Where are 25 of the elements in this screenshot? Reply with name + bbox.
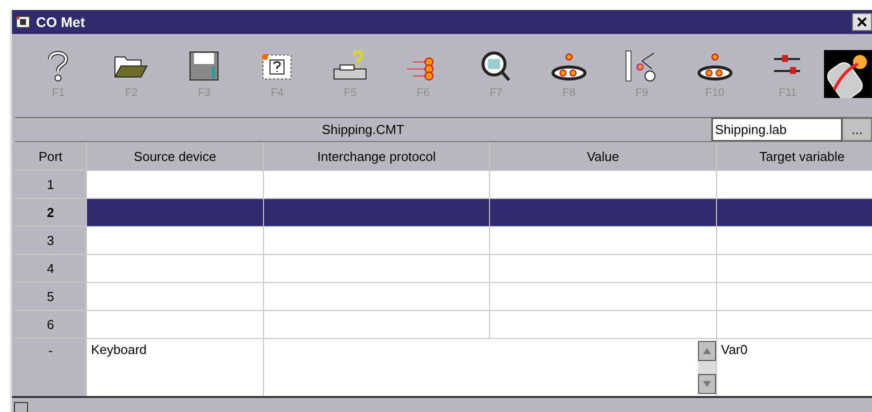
logo-icon [824,50,872,98]
lab-file-field[interactable]: Shipping.lab [712,118,842,141]
row-header[interactable]: 5 [15,283,86,310]
app-icon [16,16,30,28]
browse-button[interactable]: ... [842,118,872,141]
row-header[interactable]: 4 [15,255,86,282]
table-cell: Keyboard [87,339,263,396]
column-header: Target variable [717,142,872,170]
row-header[interactable]: 1 [15,171,86,198]
scroll-down-icon[interactable] [698,374,716,394]
table-cell: Var0 [717,339,872,396]
row-header[interactable]: 6 [15,311,86,338]
scroll-bar[interactable] [698,341,716,394]
column-header: Port [15,142,86,170]
close-button[interactable] [852,13,872,31]
scroll-up-icon[interactable] [698,341,716,361]
column-header: Value [490,142,716,170]
close-icon [857,17,867,27]
window-title: CO Met [36,14,85,30]
column-header: Source device [87,142,263,170]
row-header[interactable]: 3 [15,227,86,254]
row-header: - [15,339,86,396]
row-header[interactable]: 2 [15,199,86,226]
column-header: Interchange protocol [264,142,489,170]
checkbox[interactable] [14,402,28,412]
